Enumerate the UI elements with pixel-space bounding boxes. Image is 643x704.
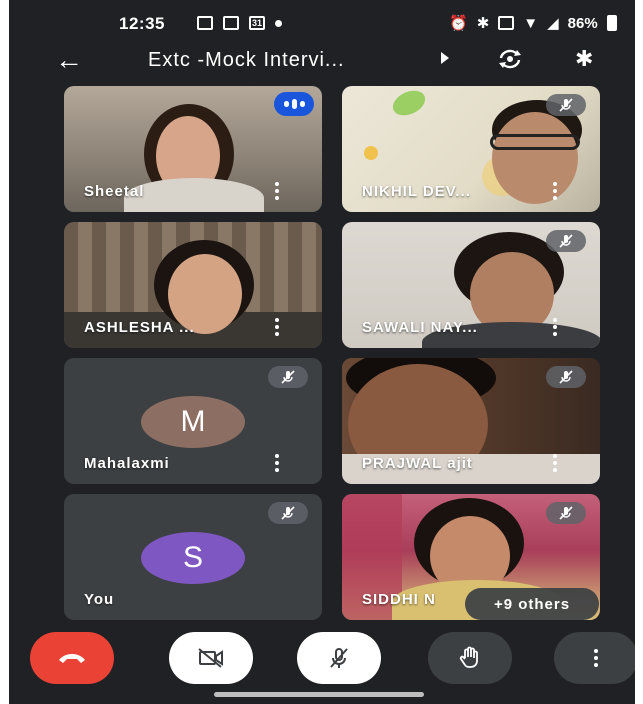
notification-icon bbox=[223, 16, 239, 30]
meet-screen: 12:35 31 ⏰ ✱ ▼ ◢ 86% ← Extc -Mock Interv… bbox=[9, 0, 635, 704]
bluetooth-icon[interactable]: ✱ bbox=[575, 46, 593, 72]
signal-icon: ◢ bbox=[547, 15, 559, 32]
raise-hand-icon bbox=[459, 646, 478, 668]
participant-name: SAWALI NAY... bbox=[362, 319, 478, 336]
caret-right-icon[interactable] bbox=[441, 52, 449, 64]
participant-menu-icon[interactable] bbox=[270, 182, 284, 200]
participant-avatar: S bbox=[141, 532, 245, 584]
others-count-button[interactable]: +9 others bbox=[465, 588, 599, 620]
raise-hand-button[interactable] bbox=[428, 632, 512, 684]
vibrate-icon: ✱ bbox=[476, 15, 490, 32]
participant-tile-self[interactable]: S You bbox=[64, 494, 322, 620]
muted-mic-icon bbox=[546, 230, 586, 252]
mic-off-icon bbox=[330, 648, 348, 668]
muted-mic-icon bbox=[546, 366, 586, 388]
home-indicator[interactable] bbox=[214, 692, 424, 697]
speaking-indicator-icon bbox=[274, 92, 314, 116]
more-options-icon bbox=[594, 649, 598, 667]
participant-tile[interactable]: Sheetal bbox=[64, 86, 322, 212]
screen-cast-icon bbox=[197, 16, 213, 30]
participant-name: SIDDHI N bbox=[362, 591, 436, 608]
muted-mic-icon bbox=[546, 94, 586, 116]
camera-toggle-button[interactable] bbox=[169, 632, 253, 684]
battery-icon bbox=[606, 15, 617, 31]
participant-name: Sheetal bbox=[84, 183, 145, 200]
participant-tile[interactable]: SAWALI NAY... bbox=[342, 222, 600, 348]
end-call-button[interactable] bbox=[30, 632, 114, 684]
wifi-calling-icon bbox=[498, 16, 515, 30]
switch-camera-icon[interactable] bbox=[497, 48, 523, 70]
participant-menu-icon[interactable] bbox=[270, 454, 284, 472]
meeting-header: ← Extc -Mock Intervi... ✱ bbox=[9, 44, 635, 80]
more-options-button[interactable] bbox=[554, 632, 635, 684]
participant-name: ASHLESHA ... bbox=[84, 319, 195, 336]
participant-menu-icon[interactable] bbox=[548, 318, 562, 336]
end-call-icon bbox=[59, 654, 85, 663]
calendar-icon: 31 bbox=[249, 16, 265, 30]
participant-name: Mahalaxmi bbox=[84, 455, 170, 472]
alarm-icon: ⏰ bbox=[449, 15, 468, 32]
meeting-title[interactable]: Extc -Mock Intervi... bbox=[148, 49, 345, 72]
muted-mic-icon bbox=[546, 502, 586, 524]
participant-tile[interactable]: M Mahalaxmi bbox=[64, 358, 322, 484]
more-notifications-dot-icon bbox=[275, 19, 282, 27]
participant-tile[interactable]: ASHLESHA ... bbox=[64, 222, 322, 348]
mic-toggle-button[interactable] bbox=[297, 632, 381, 684]
participant-avatar: M bbox=[141, 396, 245, 448]
participant-menu-icon[interactable] bbox=[548, 182, 562, 200]
camera-off-icon bbox=[198, 648, 223, 668]
battery-label: 86% bbox=[567, 14, 598, 32]
wifi-icon: ▼ bbox=[523, 14, 539, 32]
participant-menu-icon[interactable] bbox=[270, 318, 284, 336]
muted-mic-icon bbox=[268, 366, 308, 388]
participant-name: PRAJWAL ajit bbox=[362, 455, 473, 472]
muted-mic-icon bbox=[268, 502, 308, 524]
call-controls bbox=[9, 632, 635, 688]
participant-menu-icon[interactable] bbox=[548, 454, 562, 472]
participant-tile[interactable]: PRAJWAL ajit bbox=[342, 358, 600, 484]
participant-name: You bbox=[84, 591, 115, 608]
participant-tile[interactable]: NIKHIL DEV... bbox=[342, 86, 600, 212]
clock: 12:35 bbox=[119, 14, 165, 33]
status-bar: 12:35 31 ⏰ ✱ ▼ ◢ 86% bbox=[9, 0, 635, 48]
back-arrow-icon[interactable]: ← bbox=[55, 46, 83, 74]
participant-name: NIKHIL DEV... bbox=[362, 183, 471, 200]
